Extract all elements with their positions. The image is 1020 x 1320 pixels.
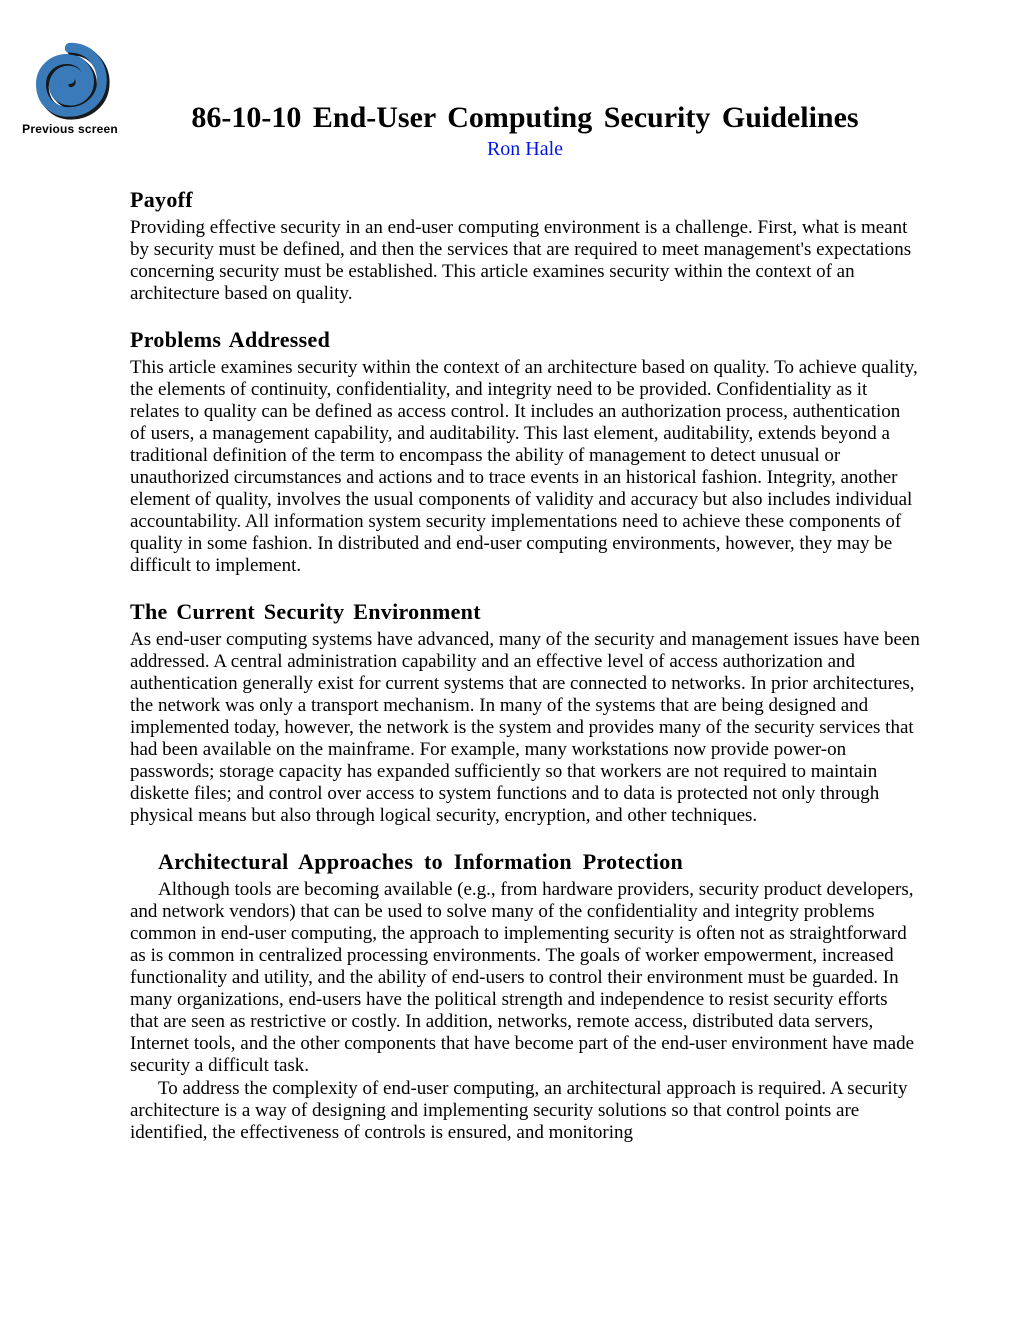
document-author: Ron Hale [130,138,920,161]
section-heading-problems: Problems Addressed [130,327,920,353]
previous-screen-link[interactable]: Previous screen [20,40,120,136]
section-heading-current-env: The Current Security Environment [130,599,920,625]
arch-paragraph-1: Although tools are becoming available (e… [130,879,920,1077]
spiral-icon [30,40,110,120]
previous-screen-label: Previous screen [20,122,120,136]
section-body-current-env: As end-user computing systems have advan… [130,629,920,827]
section-body-problems: This article examines security within th… [130,357,920,577]
document-page: Previous screen 86-10-10 End-User Comput… [0,0,1020,1144]
section-heading-payoff: Payoff [130,187,920,213]
section-body-payoff: Providing effective security in an end-u… [130,217,920,305]
document-title: 86-10-10 End-User Computing Security Gui… [130,45,920,136]
header-block: Previous screen 86-10-10 End-User Comput… [130,45,920,161]
arch-paragraph-2: To address the complexity of end-user co… [130,1078,920,1144]
subheading-architectural: Architectural Approaches to Information … [130,849,920,875]
